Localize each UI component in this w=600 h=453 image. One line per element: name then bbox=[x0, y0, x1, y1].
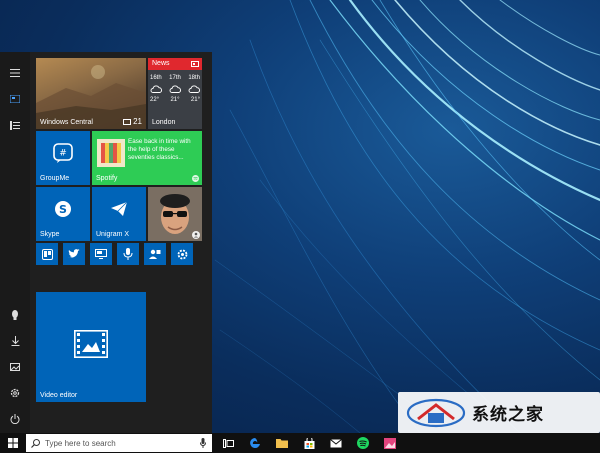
forecast-temps: 22° 21° 21° bbox=[150, 97, 200, 103]
downloads-icon[interactable] bbox=[0, 330, 30, 352]
folder-icon bbox=[276, 439, 288, 448]
people-badge-icon bbox=[192, 231, 200, 239]
people-icon bbox=[149, 249, 161, 259]
taskbar: Type here to search bbox=[0, 433, 600, 453]
microphone-icon bbox=[123, 248, 133, 260]
start-button[interactable] bbox=[2, 433, 24, 453]
all-apps-list-icon[interactable] bbox=[0, 114, 30, 136]
mail-badge-icon bbox=[123, 118, 132, 125]
forecast-day-2: 17th bbox=[169, 75, 181, 81]
spotify-taskbar-button[interactable] bbox=[352, 433, 374, 453]
notification-badge: 21 bbox=[123, 117, 142, 126]
badge-count: 21 bbox=[133, 117, 142, 126]
trello-icon bbox=[41, 248, 53, 260]
unigram-label: Unigram X bbox=[96, 231, 130, 238]
task-view-button[interactable] bbox=[217, 433, 239, 453]
spotify-logo-icon bbox=[192, 175, 199, 182]
groupme-tile[interactable]: # GroupMe bbox=[36, 131, 90, 185]
people-contact-tile[interactable] bbox=[148, 187, 202, 241]
edge-browser-button[interactable] bbox=[244, 433, 266, 453]
forecast-temp-3: 21° bbox=[190, 97, 200, 103]
search-icon bbox=[31, 438, 40, 448]
skype-tile[interactable]: S Skype bbox=[36, 187, 90, 241]
spotify-promo-text: Ease back in time with the help of these… bbox=[128, 138, 191, 161]
settings-tile[interactable] bbox=[171, 243, 193, 265]
forecast-days: 16th 17th 18th bbox=[150, 75, 200, 81]
forecast-day-1: 16th bbox=[150, 75, 162, 81]
news-header-bar: News bbox=[148, 58, 202, 70]
start-menu-rail bbox=[0, 52, 30, 433]
cloud-icon bbox=[169, 85, 181, 93]
remote-desktop-tile[interactable] bbox=[90, 243, 112, 265]
start-menu: Windows Central 21 News 16th 17th 18th 2… bbox=[0, 52, 212, 433]
settings-gear-icon[interactable] bbox=[0, 382, 30, 404]
news-weather-tile[interactable]: News 16th 17th 18th 22° 21° 21° London bbox=[148, 58, 202, 129]
store-bag-icon bbox=[304, 437, 314, 449]
windows-central-tile[interactable]: Windows Central 21 bbox=[36, 58, 146, 129]
watermark-text: 系统之家 bbox=[472, 405, 544, 424]
groupme-logo-icon: # bbox=[53, 143, 73, 163]
spotify-label: Spotify bbox=[96, 175, 118, 182]
twitter-bird-icon bbox=[68, 249, 80, 258]
microphone-icon[interactable] bbox=[200, 438, 206, 448]
hamburger-menu-icon[interactable] bbox=[0, 62, 30, 84]
settings-gear-icon bbox=[177, 249, 187, 259]
album-art-thumbnail bbox=[97, 139, 125, 167]
mail-envelope-icon bbox=[330, 438, 342, 447]
twitter-tile[interactable] bbox=[63, 243, 85, 265]
forecast-day-3: 18th bbox=[188, 75, 200, 81]
mail-button[interactable] bbox=[325, 433, 347, 453]
power-icon[interactable] bbox=[0, 408, 30, 430]
voice-recorder-tile[interactable] bbox=[117, 243, 139, 265]
trello-tile[interactable] bbox=[36, 243, 58, 265]
svg-text:S: S bbox=[59, 203, 67, 216]
tiles-view-icon[interactable] bbox=[0, 88, 30, 110]
people-tile[interactable] bbox=[144, 243, 166, 265]
spotify-logo-icon bbox=[357, 437, 369, 449]
cloud-icon bbox=[188, 85, 200, 93]
cloud-icon bbox=[150, 85, 162, 93]
video-editor-label: Video editor bbox=[40, 392, 78, 399]
search-placeholder: Type here to search bbox=[45, 438, 116, 448]
telegram-paper-plane-icon bbox=[111, 201, 128, 216]
store-button[interactable] bbox=[298, 433, 320, 453]
pictures-icon[interactable] bbox=[0, 356, 30, 378]
spotify-tile[interactable]: Ease back in time with the help of these… bbox=[92, 131, 202, 185]
file-explorer-button[interactable] bbox=[271, 433, 293, 453]
watermark: 系统之家 bbox=[398, 392, 600, 433]
unigram-tile[interactable]: Unigram X bbox=[92, 187, 146, 241]
forecast-temp-1: 22° bbox=[150, 97, 160, 103]
task-view-icon bbox=[222, 438, 234, 448]
windows-central-label: Windows Central bbox=[40, 119, 93, 126]
user-account-icon[interactable] bbox=[0, 304, 30, 326]
skype-logo-icon: S bbox=[55, 201, 71, 217]
skype-label: Skype bbox=[40, 231, 60, 238]
photo-app-icon bbox=[384, 437, 396, 449]
photos-taskbar-button[interactable] bbox=[379, 433, 401, 453]
video-editor-tile[interactable]: Video editor bbox=[36, 292, 146, 402]
forecast-temp-2: 21° bbox=[170, 97, 180, 103]
monitor-icon bbox=[95, 248, 107, 259]
search-box[interactable]: Type here to search bbox=[26, 434, 212, 452]
newspaper-icon bbox=[191, 61, 199, 67]
edge-icon bbox=[250, 438, 260, 448]
groupme-label: GroupMe bbox=[40, 175, 70, 182]
weather-location: London bbox=[152, 119, 176, 126]
video-editor-icon bbox=[74, 330, 108, 358]
news-label: News bbox=[152, 60, 170, 67]
svg-text:#: # bbox=[59, 149, 67, 159]
windows-logo-icon bbox=[8, 438, 18, 448]
watermark-logo-graphic bbox=[406, 398, 466, 427]
forecast-icons bbox=[150, 85, 200, 93]
